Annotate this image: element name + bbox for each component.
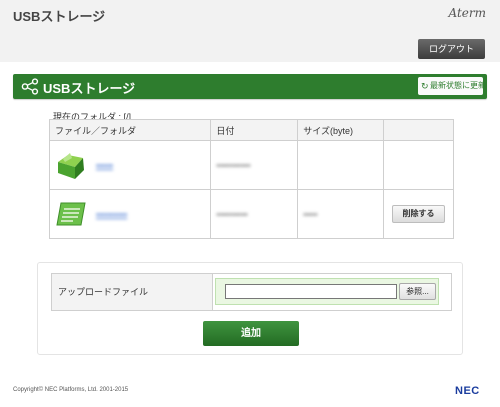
file-link[interactable]: ▪▪▪▪▪▪ — [96, 161, 113, 170]
table-header-row: ファイル／フォルダ 日付 サイズ(byte) — [48, 119, 454, 141]
browse-button[interactable]: 参照... — [399, 283, 436, 300]
aterm-logo: Aterm — [448, 6, 487, 20]
upload-panel: アップロードファイル 参照... 追加 — [37, 262, 463, 355]
app-title: USBストレージ — [13, 9, 106, 24]
size-value: ▪▪▪▪▪ — [303, 210, 318, 219]
date-value: ▪▪▪▪▪▪▪▪▪▪▪▪ — [216, 161, 251, 170]
action-cell — [383, 140, 454, 190]
add-button[interactable]: 追加 — [203, 321, 299, 346]
section-title: USBストレージ — [43, 81, 136, 96]
nec-logo: NEC — [455, 385, 480, 397]
upload-row: アップロードファイル 参照... — [51, 273, 452, 311]
date-cell: ▪▪▪▪▪▪▪▪▪▪▪▪ — [210, 140, 299, 190]
file-name-cell: ▪▪▪▪▪▪▪▪▪▪▪ — [48, 189, 212, 239]
refresh-icon: ↻ — [421, 81, 429, 91]
file-link[interactable]: ▪▪▪▪▪▪▪▪▪▪▪ — [96, 210, 127, 219]
column-header-date: 日付 — [210, 119, 299, 141]
folder-icon[interactable] — [55, 150, 87, 180]
upload-input-cell: 参照... — [215, 278, 439, 305]
refresh-label: 最新状態に更新 — [430, 81, 483, 90]
share-nodes-icon — [21, 78, 39, 95]
upload-file-path-field[interactable] — [225, 284, 397, 299]
column-header-action — [383, 119, 454, 141]
table-row: ▪▪▪▪▪▪ ▪▪▪▪▪▪▪▪▪▪▪▪ — [48, 140, 454, 190]
size-cell — [297, 140, 384, 190]
file-icon[interactable] — [55, 199, 87, 229]
logout-button[interactable]: ログアウト — [418, 39, 485, 59]
delete-button[interactable]: 削除する — [392, 205, 445, 223]
date-value: ▪▪▪▪▪▪▪▪▪▪▪ — [216, 210, 248, 219]
file-table: ファイル／フォルダ 日付 サイズ(byte) ▪▪▪▪▪▪ ▪▪▪▪▪▪▪▪▪▪… — [48, 119, 454, 239]
size-cell: ▪▪▪▪▪ — [297, 189, 384, 239]
table-row: ▪▪▪▪▪▪▪▪▪▪▪ ▪▪▪▪▪▪▪▪▪▪▪ ▪▪▪▪▪ 削除する — [48, 189, 454, 239]
refresh-button[interactable]: ↻ 最新状態に更新 — [418, 77, 483, 95]
section-header: USBストレージ ↻ 最新状態に更新 — [13, 74, 487, 99]
copyright-text: Copyright© NEC Platforms, Ltd. 2001-2015 — [13, 387, 129, 393]
upload-file-label: アップロードファイル — [52, 274, 213, 310]
date-cell: ▪▪▪▪▪▪▪▪▪▪▪ — [210, 189, 299, 239]
top-bar: USBストレージ Aterm ログアウト — [0, 0, 500, 62]
column-header-name: ファイル／フォルダ — [48, 119, 212, 141]
action-cell: 削除する — [383, 189, 454, 239]
column-header-size: サイズ(byte) — [297, 119, 384, 141]
file-name-cell: ▪▪▪▪▪▪ — [48, 140, 212, 190]
